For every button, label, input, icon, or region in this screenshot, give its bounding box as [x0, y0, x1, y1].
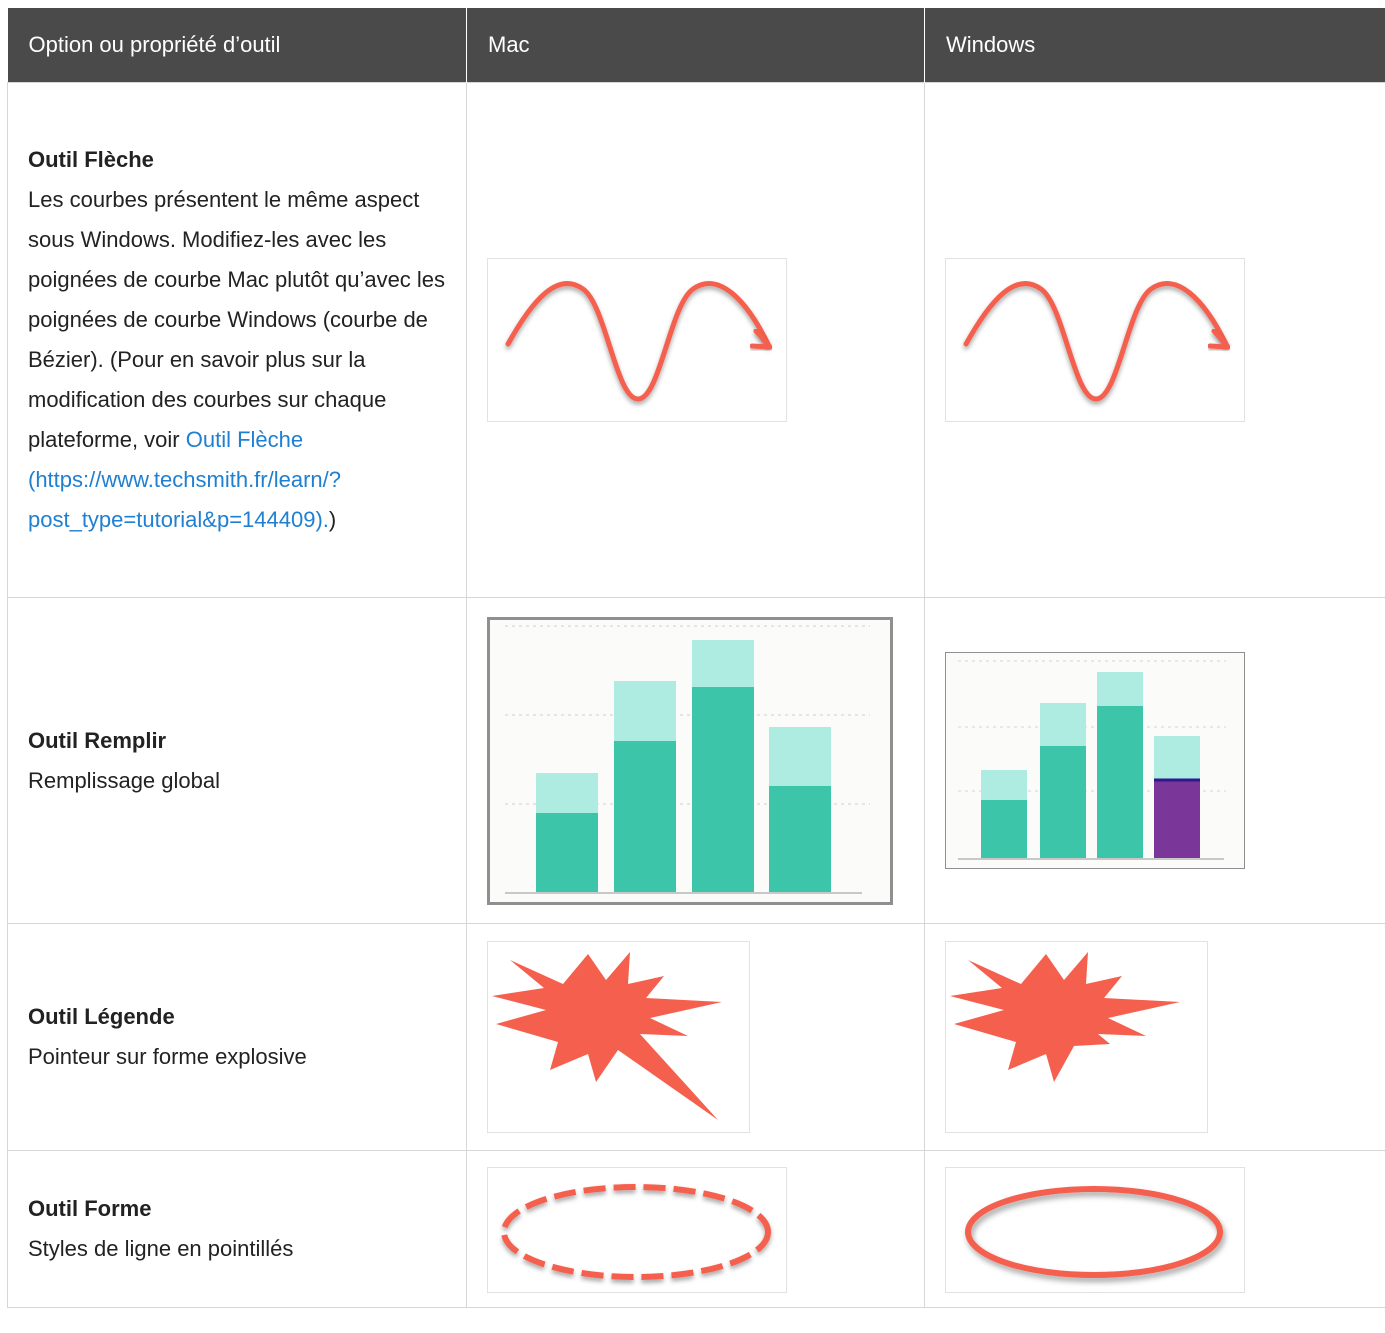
mac-cell	[466, 597, 925, 924]
explosion-callout-mac-image	[487, 941, 750, 1133]
option-title: Outil Flèche	[28, 147, 154, 172]
table-header-row: Option ou propriété d’outil Mac Windows	[7, 8, 1385, 83]
table-row: Outil Légende Pointeur sur forme explosi…	[7, 923, 1385, 1151]
option-cell: Outil Forme Styles de ligne en pointillé…	[7, 1150, 467, 1308]
mac-cell	[466, 923, 925, 1151]
table-row: Outil Forme Styles de ligne en pointillé…	[7, 1150, 1385, 1308]
option-description: Remplissage global	[28, 767, 220, 793]
bar-chart-fill-mac-image	[487, 616, 893, 905]
windows-cell	[924, 923, 1385, 1151]
curved-arrow-windows-image	[945, 258, 1245, 422]
solid-ellipse-windows-image	[945, 1167, 1245, 1293]
option-cell: Outil Flèche Les courbes présentent le m…	[7, 82, 467, 598]
option-cell: Outil Légende Pointeur sur forme explosi…	[7, 923, 467, 1151]
header-windows: Windows	[924, 8, 1385, 83]
comparison-table: Option ou propriété d’outil Mac Windows …	[7, 8, 1385, 1308]
header-option: Option ou propriété d’outil	[7, 8, 467, 83]
curved-arrow-mac-image	[487, 258, 787, 422]
table-row: Outil Remplir Remplissage global	[7, 597, 1385, 924]
bar-chart-fill-windows-image	[945, 652, 1245, 869]
option-description: Pointeur sur forme explosive	[28, 1044, 307, 1069]
windows-cell	[924, 597, 1385, 924]
option-description: Styles de ligne en pointillés	[28, 1236, 294, 1261]
windows-cell	[924, 82, 1385, 598]
option-description-end: )	[328, 507, 337, 532]
table-row: Outil Flèche Les courbes présentent le m…	[7, 82, 1385, 598]
option-title: Outil Légende	[28, 1004, 175, 1029]
windows-cell	[924, 1150, 1385, 1308]
mac-cell	[466, 1150, 925, 1308]
comparison-table-wrapper: Option ou propriété d’outil Mac Windows …	[7, 8, 1385, 1308]
mac-cell	[466, 82, 925, 598]
dashed-ellipse-mac-image	[487, 1167, 787, 1293]
option-cell: Outil Remplir Remplissage global	[7, 597, 467, 924]
option-title: Outil Remplir	[28, 727, 167, 753]
explosion-callout-windows-image	[945, 941, 1208, 1133]
option-description: Les courbes présentent le même aspect so…	[28, 187, 446, 452]
header-mac: Mac	[466, 8, 925, 83]
option-title: Outil Forme	[28, 1196, 152, 1221]
